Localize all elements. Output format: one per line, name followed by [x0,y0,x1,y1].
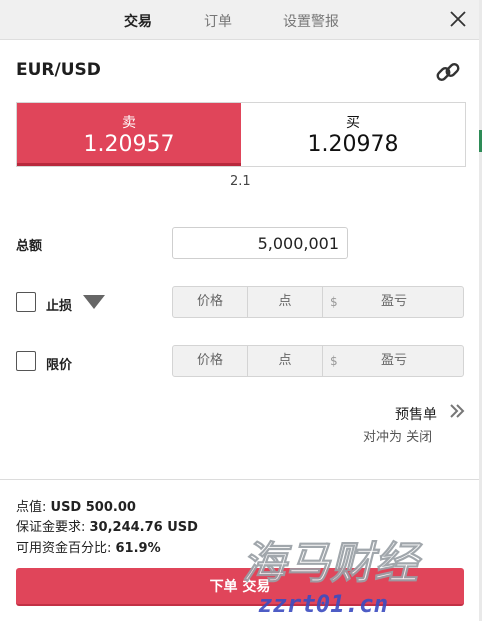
amount-label: 总额 [16,239,43,254]
amount-input[interactable] [172,227,348,259]
stop-loss-points-input[interactable]: 点 [248,287,323,317]
trade-ticket-panel: 交易 订单 设置警报 EUR/USD 卖 1.20957 买 1.20978 2… [0,0,480,621]
sell-button[interactable]: 卖 1.20957 [17,103,241,166]
pip-value-label: 点值: [16,500,51,515]
margin-row: 保证金要求: 30,244.76 USD [16,516,198,535]
tab-trade[interactable]: 交易 [124,11,152,31]
buy-label: 买 [346,115,360,131]
stop-loss-label: 止损 [46,299,73,314]
spread-value: 2.1 [230,174,251,189]
currency-symbol: $ [330,295,338,309]
link-icon[interactable] [434,58,462,86]
buy-button[interactable]: 买 1.20978 [241,103,465,166]
stop-loss-checkbox[interactable] [16,292,36,312]
limit-points-input[interactable]: 点 [248,346,323,376]
available-value: 61.9% [115,541,161,556]
limit-price-input[interactable]: 价格 [173,346,248,376]
stop-loss-pl-input[interactable]: $ 盈亏 [323,287,463,317]
pl-placeholder: 盈亏 [381,294,408,309]
currency-symbol: $ [330,354,338,368]
preorder-link[interactable]: 预售单 [395,404,437,424]
stop-loss-price-input[interactable]: 价格 [173,287,248,317]
buy-price: 1.20978 [307,132,399,157]
hedge-status: 对冲为 关闭 [363,430,433,445]
place-trade-button[interactable]: 下单 交易 [16,568,464,606]
pip-value-row: 点值: USD 500.00 [16,496,136,515]
close-icon[interactable] [448,9,468,29]
sell-price: 1.20957 [83,132,175,157]
margin-label: 保证金要求: [16,520,90,535]
ticket-header: 交易 订单 设置警报 [0,0,479,40]
margin-value: 30,244.76 USD [89,520,198,535]
available-row: 可用资金百分比: 61.9% [16,537,161,556]
pl-placeholder: 盈亏 [381,353,408,368]
limit-pl-input[interactable]: $ 盈亏 [323,346,463,376]
tab-orders[interactable]: 订单 [204,11,232,31]
sell-label: 卖 [122,115,136,131]
caret-down-icon[interactable] [83,295,105,309]
pip-value: USD 500.00 [50,500,136,515]
divider [0,479,479,480]
limit-checkbox[interactable] [16,351,36,371]
limit-fields: 价格 点 $ 盈亏 [172,345,464,377]
limit-label: 限价 [46,358,73,373]
available-label: 可用资金百分比: [16,541,116,556]
stop-loss-fields: 价格 点 $ 盈亏 [172,286,464,318]
double-chevron-right-icon[interactable] [448,402,466,420]
instrument-title: EUR/USD [16,60,101,80]
tab-set-alert[interactable]: 设置警报 [283,11,339,31]
quote-box: 卖 1.20957 买 1.20978 [16,102,466,167]
